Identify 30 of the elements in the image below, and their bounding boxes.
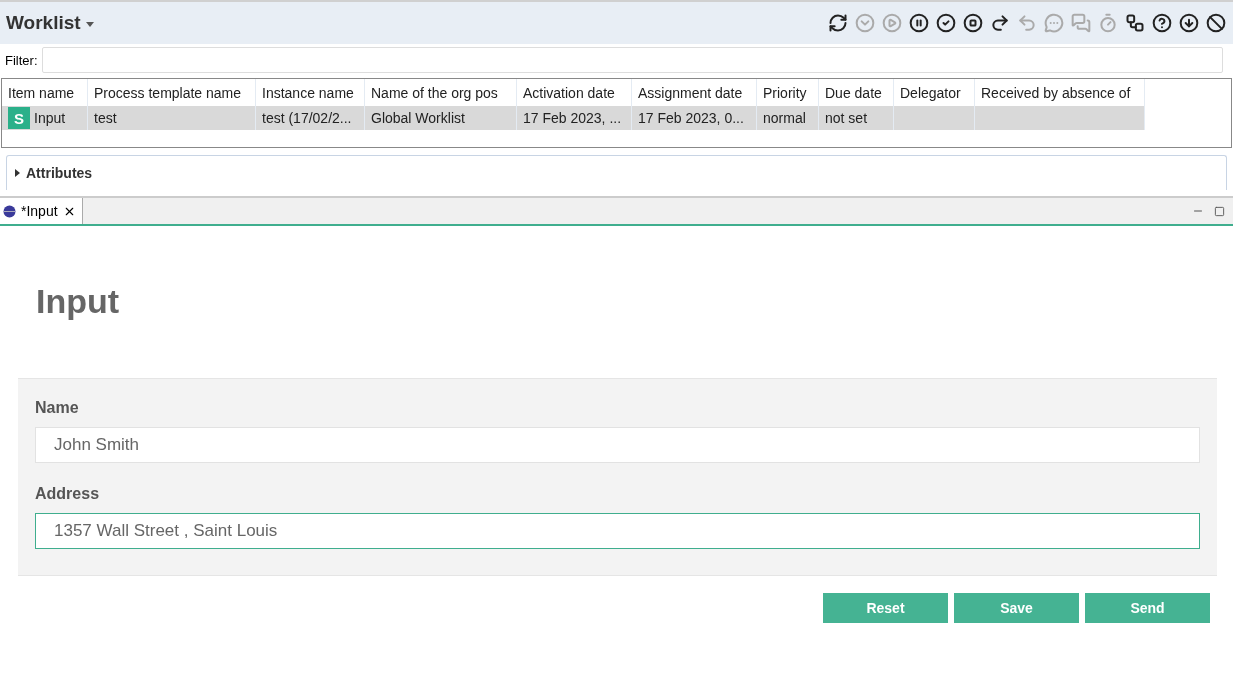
input-field[interactable]: 1357 Wall Street , Saint Louis bbox=[35, 513, 1200, 549]
table-cell: not set bbox=[825, 110, 868, 126]
stop-icon[interactable] bbox=[961, 11, 984, 35]
table-cell: Global Worklist bbox=[371, 110, 465, 126]
table-cell: test (17/02/2... bbox=[262, 110, 352, 126]
maximize-icon[interactable] bbox=[1214, 205, 1225, 217]
pause-icon[interactable] bbox=[907, 11, 930, 35]
caret-icon[interactable] bbox=[85, 22, 94, 27]
filter-label: Filter: bbox=[5, 52, 38, 68]
help-icon[interactable] bbox=[1150, 11, 1173, 35]
filter-field[interactable] bbox=[41, 47, 1223, 73]
table-cell: 17 Feb 2023, 0... bbox=[638, 110, 744, 126]
section-title[interactable]: Attributes bbox=[26, 165, 93, 181]
editor-tab[interactable]: *Input bbox=[0, 198, 83, 224]
form-title: Input bbox=[36, 282, 121, 322]
view-title[interactable]: Worklist bbox=[6, 12, 81, 33]
table-cell: 17 Feb 2023, ... bbox=[523, 110, 622, 126]
table-cell: normal bbox=[763, 110, 806, 126]
field-label: Name bbox=[35, 399, 80, 417]
table-cell: Input bbox=[34, 110, 66, 126]
table-row[interactable]: S Input test test (17/02/2... Global Worklist 17 Feb 2023, ... 17 Feb 2023, 0... normal not set bbox=[2, 106, 1145, 130]
block-icon[interactable] bbox=[1204, 11, 1227, 35]
download-icon[interactable] bbox=[1177, 11, 1200, 35]
check-circle-icon[interactable] bbox=[934, 11, 957, 35]
collapsed-arrow-icon[interactable] bbox=[15, 169, 20, 177]
input-field[interactable]: John Smith bbox=[35, 427, 1200, 463]
table-cell: test bbox=[94, 110, 117, 126]
field-label: Address bbox=[35, 485, 101, 503]
globe-icon bbox=[3, 204, 16, 218]
task-icon: S bbox=[8, 107, 30, 129]
